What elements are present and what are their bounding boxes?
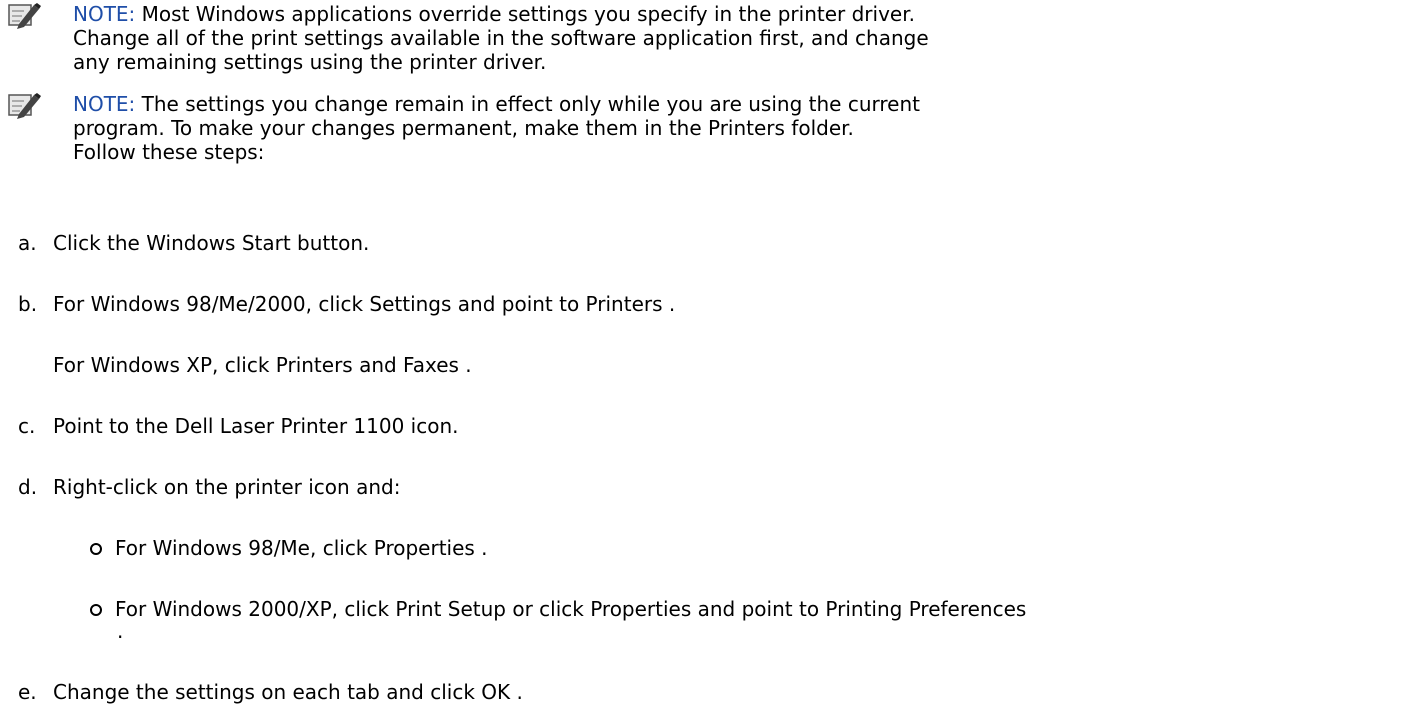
step-b-extra: For Windows XP, click Printers and Faxes… bbox=[53, 353, 472, 377]
note-text-line: Follow these steps: bbox=[73, 140, 265, 164]
note-2: NOTE: The settings you change remain in … bbox=[8, 92, 920, 164]
step-b: b. For Windows 98/Me/2000, click Settings… bbox=[18, 292, 675, 316]
step-d-bullet-2: For Windows 2000/XP, click Print Setup o… bbox=[90, 597, 1026, 621]
step-text: Point to the Dell Laser Printer 1100 ico… bbox=[53, 414, 459, 438]
step-e: e. Change the settings on each tab and cl… bbox=[18, 680, 523, 704]
hollow-circle-bullet-icon bbox=[90, 543, 102, 555]
note-text-line: The settings you change remain in effect… bbox=[135, 92, 920, 116]
note-text-line: Change all of the print settings availab… bbox=[73, 26, 929, 50]
note-text-line: Most Windows applications override setti… bbox=[135, 2, 915, 26]
step-letter: e. bbox=[18, 680, 37, 704]
note-2-text: NOTE: The settings you change remain in … bbox=[73, 92, 920, 164]
hollow-circle-bullet-icon bbox=[90, 604, 102, 616]
step-d-bullet-2-tail: . bbox=[117, 619, 124, 643]
bullet-text: For Windows 2000/XP, click Print Setup o… bbox=[115, 597, 1027, 621]
note-text-line: any remaining settings using the printer… bbox=[73, 50, 547, 74]
bullet-text: For Windows 98/Me, click Properties . bbox=[115, 536, 488, 560]
step-d-bullet-1: For Windows 98/Me, click Properties . bbox=[90, 536, 488, 560]
step-text: Change the settings on each tab and clic… bbox=[53, 680, 523, 704]
note-1: NOTE: Most Windows applications override… bbox=[8, 2, 929, 74]
note-text-line: program. To make your changes permanent,… bbox=[73, 116, 854, 140]
step-text: Click the Windows Start button. bbox=[53, 231, 370, 255]
step-letter: b. bbox=[18, 292, 38, 316]
step-a: a. Click the Windows Start button. bbox=[18, 231, 369, 255]
step-text: Right-click on the printer icon and: bbox=[53, 475, 401, 499]
note-label: NOTE: bbox=[73, 92, 136, 116]
note-pencil-icon bbox=[8, 93, 41, 119]
step-d: d. Right-click on the printer icon and: bbox=[18, 475, 400, 499]
step-letter: d. bbox=[18, 475, 38, 499]
step-letter: a. bbox=[18, 231, 37, 255]
note-pencil-icon bbox=[8, 3, 41, 29]
step-c: c. Point to the Dell Laser Printer 1100 i… bbox=[18, 414, 458, 438]
note-label: NOTE: bbox=[73, 2, 136, 26]
note-1-text: NOTE: Most Windows applications override… bbox=[73, 2, 929, 74]
step-letter: c. bbox=[18, 414, 36, 438]
step-text: For Windows 98/Me/2000, click Settings a… bbox=[53, 292, 676, 316]
